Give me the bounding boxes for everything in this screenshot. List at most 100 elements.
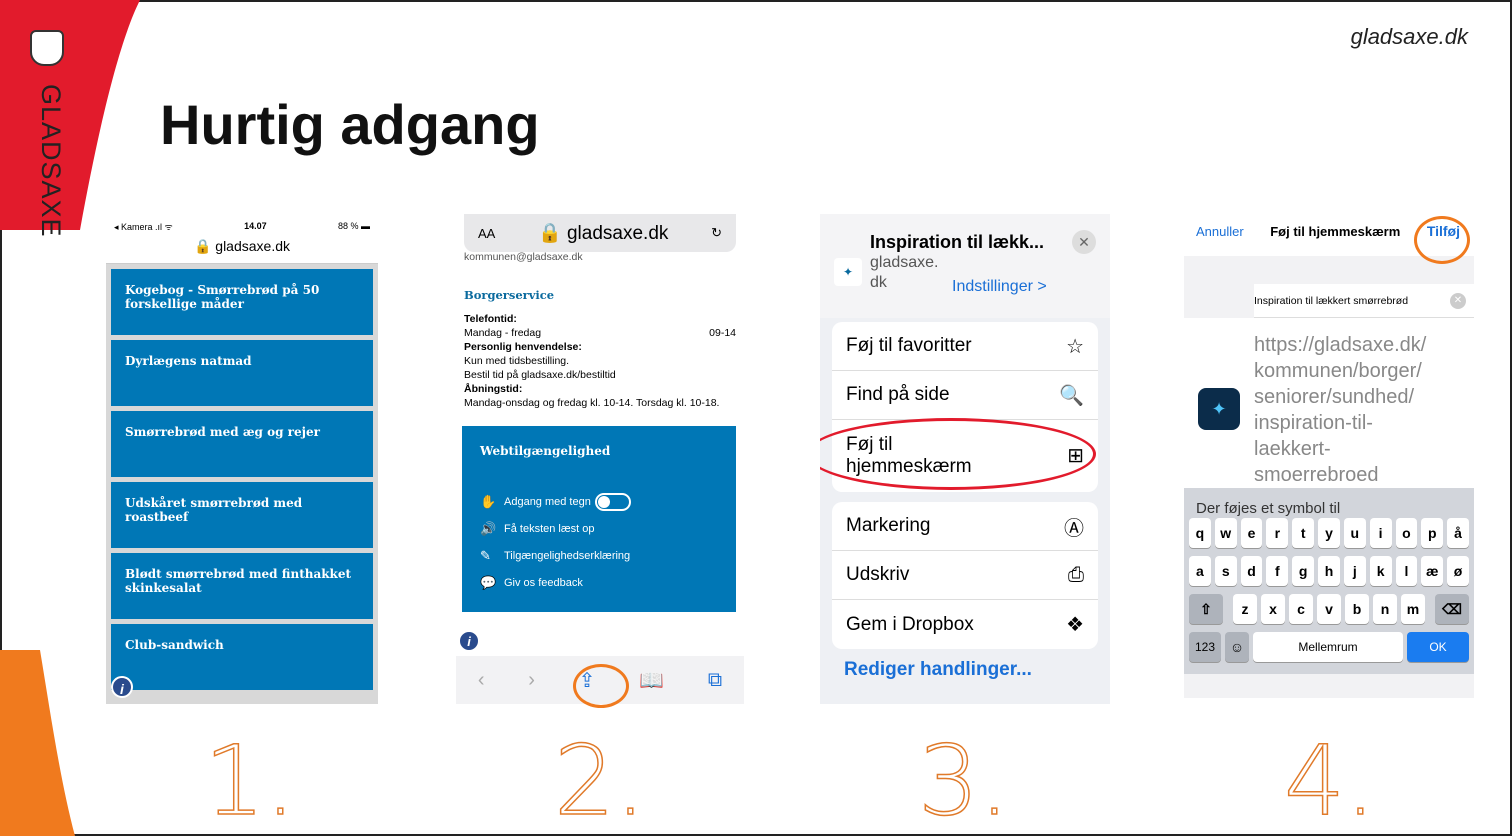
keyboard-row-3-letters: zxcvbnm [1231, 594, 1427, 624]
ok-key[interactable]: OK [1407, 632, 1469, 662]
page-content: kommunen@gladsaxe.dk Borgerservice Telef… [456, 251, 744, 416]
key-j[interactable]: j [1343, 556, 1366, 586]
key-p[interactable]: p [1421, 518, 1444, 548]
clipped-email: kommunen@gladsaxe.dk [464, 251, 583, 263]
key-c[interactable]: c [1289, 594, 1313, 624]
key-y[interactable]: y [1318, 518, 1340, 548]
key-m[interactable]: m [1401, 594, 1425, 624]
panel-row[interactable]: 🔊 Få teksten læst op [480, 515, 718, 542]
recipe-card[interactable]: Udskåret smørrebrød med roastbeef [111, 482, 373, 548]
key-q[interactable]: q [1189, 518, 1211, 548]
key-r[interactable]: r [1266, 518, 1289, 548]
panel-title: Webtilgængelighed [480, 444, 611, 458]
key-i[interactable]: i [1369, 518, 1392, 548]
key-z[interactable]: z [1233, 594, 1257, 624]
key-e[interactable]: e [1240, 518, 1263, 548]
actions-group-2: Markering Ⓐ Udskriv ⎙ Gem i Dropbox ❖ [832, 502, 1098, 649]
star-icon: ☆ [1066, 335, 1084, 358]
action-dropbox[interactable]: Gem i Dropbox ❖ [832, 600, 1098, 649]
key-v[interactable]: v [1317, 594, 1341, 624]
panel-row-label: Adgang med tegn [504, 495, 591, 508]
dropbox-icon: ❖ [1066, 614, 1084, 636]
accessibility-panel: Webtilgængelighed ✋ Adgang med tegn 🔊 Få t… [462, 426, 736, 612]
action-markup[interactable]: Markering Ⓐ [832, 502, 1098, 551]
panel-row[interactable]: 💬 Giv os feedback [480, 569, 718, 596]
url-line: seniorer/sundhed/ [1254, 386, 1415, 408]
step-number-1: 1. [203, 724, 296, 837]
app-icon: ✦ [1198, 388, 1240, 430]
key-w[interactable]: w [1214, 518, 1237, 548]
info-icon[interactable]: i [111, 676, 133, 698]
recipe-card[interactable]: Dyrlægens natmad [111, 340, 373, 406]
screenshot-step-4: Annuller Føj til hjemmeskærm Tilføj Insp… [1184, 206, 1474, 698]
clear-icon[interactable]: ✕ [1450, 292, 1466, 309]
edit-actions-link[interactable]: Rediger handlinger... [844, 659, 1110, 681]
highlight-ring-add [1414, 216, 1470, 264]
key-t[interactable]: t [1292, 518, 1315, 548]
step-number-2: 2. [553, 724, 646, 837]
info-line: Mandag-onsdag og fredag kl. 10-14. Torsd… [464, 397, 720, 409]
phone-hours-row: Mandag - fredag 09-14 [464, 326, 736, 340]
safari-url-bar[interactable]: AA 🔒 gladsaxe.dk ↻ [464, 214, 736, 252]
share-title: Inspiration til lækk... [870, 232, 1045, 252]
name-value: Inspiration til lækkert smørrebrød [1254, 294, 1409, 307]
key-d[interactable]: d [1240, 556, 1263, 586]
bookmarks-icon[interactable]: 📖 [639, 668, 664, 693]
highlight-ring-home-screen [820, 418, 1096, 490]
key-g[interactable]: g [1292, 556, 1315, 586]
status-bar: ◂ Kamera .ıl ᯤ 14.07 88 % ▬ [106, 216, 378, 236]
key-o[interactable]: o [1395, 518, 1418, 548]
panel-row-label: Giv os feedback [504, 576, 583, 589]
panel-row[interactable]: ✋ Adgang med tegn [480, 488, 718, 515]
action-find-on-page[interactable]: Find på side 🔍 [832, 371, 1098, 420]
space-key[interactable]: Mellemrum [1253, 632, 1403, 662]
key-å[interactable]: å [1447, 518, 1469, 548]
screenshot-step-1: ◂ Kamera .ıl ᯤ 14.07 88 % ▬ 🔒 gladsaxe.d… [106, 216, 378, 704]
backspace-key[interactable]: ⌫ [1435, 594, 1469, 624]
cancel-button[interactable]: Annuller [1196, 224, 1244, 239]
numbers-key[interactable]: 123 [1189, 632, 1221, 662]
tabs-icon[interactable]: ⧉ [708, 669, 722, 692]
sign-language-icon: ✋ [480, 493, 497, 509]
key-k[interactable]: k [1369, 556, 1392, 586]
action-add-favorite[interactable]: Føj til favoritter ☆ [832, 322, 1098, 371]
emoji-key[interactable]: ☺ [1225, 632, 1249, 662]
forward-icon[interactable]: › [528, 669, 535, 692]
recipe-card[interactable]: Smørrebrød med æg og rejer [111, 411, 373, 477]
shift-key[interactable]: ⇧ [1189, 594, 1223, 624]
info-line: Personlig henvendelse: [464, 341, 582, 353]
key-æ[interactable]: æ [1421, 556, 1444, 586]
reload-icon[interactable]: ↻ [711, 225, 722, 241]
key-x[interactable]: x [1261, 594, 1285, 624]
key-h[interactable]: h [1318, 556, 1340, 586]
key-n[interactable]: n [1373, 594, 1397, 624]
action-print[interactable]: Udskriv ⎙ [832, 551, 1098, 600]
recipe-card[interactable]: Club-sandwich [111, 624, 373, 690]
search-icon: 🔍 [1059, 384, 1084, 407]
key-l[interactable]: l [1395, 556, 1418, 586]
key-b[interactable]: b [1345, 594, 1369, 624]
info-line: Mandag - fredag [464, 327, 542, 339]
close-icon[interactable]: ✕ [1072, 230, 1096, 254]
text-size-button[interactable]: AA [478, 226, 495, 241]
key-f[interactable]: f [1266, 556, 1289, 586]
site-favicon-icon: ✦ [834, 258, 862, 286]
info-icon[interactable]: i [458, 630, 480, 652]
key-ø[interactable]: ø [1447, 556, 1469, 586]
panel-row[interactable]: ✎ Tilgængelighedserklæring [480, 542, 718, 569]
toggle-switch[interactable] [594, 492, 631, 511]
recipe-card[interactable]: Kogebog - Smørrebrød på 50 forskellige m… [111, 269, 373, 335]
key-u[interactable]: u [1343, 518, 1366, 548]
shortcut-name-field[interactable]: Inspiration til lækkert smørrebrød ✕ [1254, 284, 1474, 318]
panel-row-label: Få teksten læst op [504, 522, 595, 535]
settings-link[interactable]: Indstillinger > [952, 278, 1047, 296]
recipe-card[interactable]: Blødt smørrebrød med finthakket skinkesa… [111, 553, 373, 619]
back-icon[interactable]: ‹ [478, 669, 485, 692]
url-bar[interactable]: 🔒 gladsaxe.dk [106, 236, 378, 264]
key-s[interactable]: s [1214, 556, 1237, 586]
step-number-4: 4. [1283, 724, 1376, 837]
hint-text: Der føjes et symbol til [1184, 488, 1474, 517]
key-a[interactable]: a [1189, 556, 1211, 586]
site-url: gladsaxe.dk [1350, 24, 1468, 49]
info-line: Telefontid: [464, 313, 517, 325]
